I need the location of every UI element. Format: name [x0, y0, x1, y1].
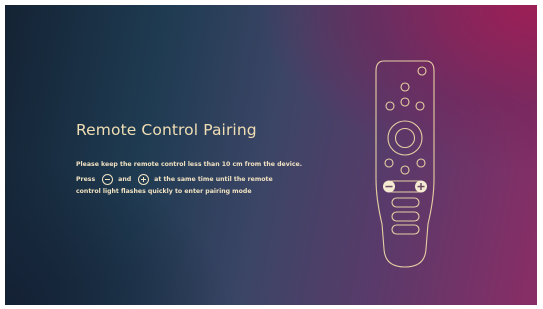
pill-button-3 [391, 224, 420, 235]
instruction-line-2: Press and at the same time until the rem… [76, 174, 273, 185]
remote-button-right [415, 101, 425, 111]
instruction-after-text: at the same time until the remote [154, 176, 273, 183]
remote-plus-button-highlight [415, 180, 427, 193]
dpad-ok-button [394, 127, 416, 149]
home-button [416, 158, 426, 168]
pill-button-1 [391, 197, 420, 208]
remote-button-center [400, 97, 410, 107]
remote-control-illustration [375, 60, 435, 268]
menu-button [400, 165, 410, 175]
instruction-line-1: Please keep the remote control less than… [76, 161, 303, 168]
instruction-press-text: Press [76, 176, 96, 183]
instruction-line-3: control light flashes quickly to enter p… [76, 188, 252, 195]
page-title: Remote Control Pairing [76, 121, 257, 139]
dpad-ring [387, 120, 423, 156]
plus-circle-icon [138, 174, 150, 185]
remote-button-left [385, 101, 395, 111]
instruction-and-text: and [118, 176, 132, 183]
pairing-screen: Remote Control Pairing Please keep the r… [5, 5, 537, 305]
remote-button-top [400, 82, 410, 92]
power-button-icon [417, 66, 427, 76]
back-button [384, 158, 394, 168]
remote-minus-button-highlight [383, 180, 395, 193]
minus-circle-icon [102, 174, 114, 185]
pill-button-2 [391, 211, 420, 222]
